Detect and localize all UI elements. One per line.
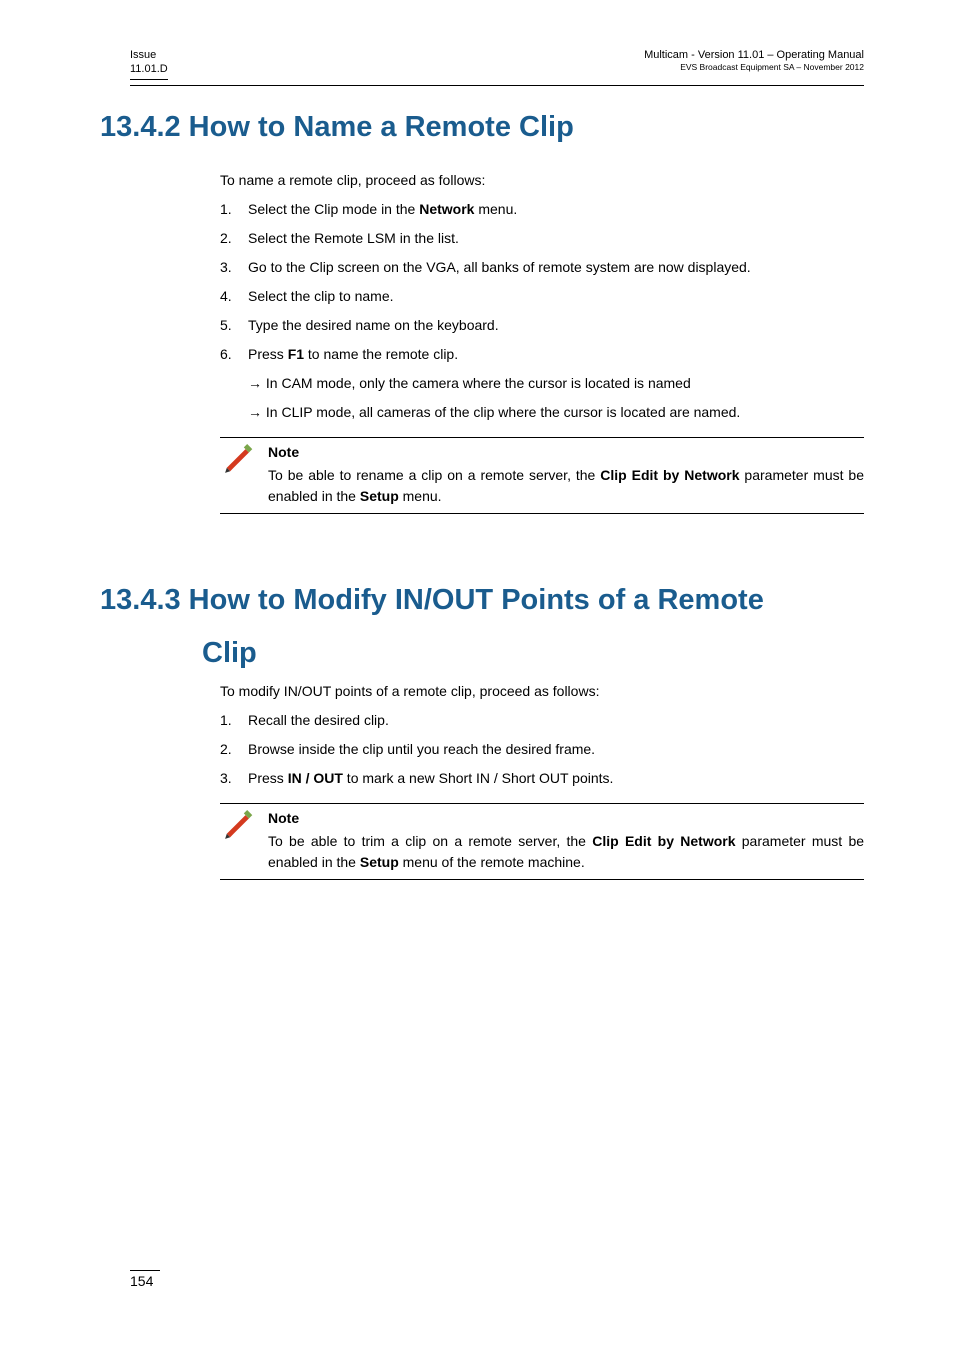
section1-steps: 1. Select the Clip mode in the Network me… (220, 199, 864, 365)
list-item: 2. Browse inside the clip until you reach… (220, 739, 864, 760)
list-item: 5. Type the desired name on the keyboard. (220, 315, 864, 336)
step-text: Recall the desired clip. (248, 712, 389, 728)
step-number: 3. (220, 257, 232, 278)
sub-bullet: → In CAM mode, only the camera where the… (220, 373, 864, 394)
doc-subtitle: EVS Broadcast Equipment SA – November 20… (644, 62, 864, 73)
step-number: 1. (220, 199, 232, 220)
step-number: 3. (220, 768, 232, 789)
step-text: Select the Clip mode in the Network menu… (248, 201, 517, 217)
header-divider (130, 85, 864, 86)
header-right: Multicam - Version 11.01 – Operating Man… (644, 48, 864, 73)
header-left: Issue 11.01.D (130, 48, 168, 80)
doc-title: Multicam - Version 11.01 – Operating Man… (644, 48, 864, 62)
section2-intro: To modify IN/OUT points of a remote clip… (220, 681, 864, 702)
sub-bullet: → In CLIP mode, all cameras of the clip … (220, 402, 864, 423)
list-item: 1. Select the Clip mode in the Network me… (220, 199, 864, 220)
section1-content: To name a remote clip, proceed as follow… (220, 170, 864, 514)
step-number: 6. (220, 344, 232, 365)
step-text: Press IN / OUT to mark a new Short IN / … (248, 770, 613, 786)
issue-version: 11.01.D (130, 63, 168, 75)
section2-content: To modify IN/OUT points of a remote clip… (220, 681, 864, 880)
note-title: Note (268, 808, 864, 829)
list-item: 2. Select the Remote LSM in the list. (220, 228, 864, 249)
note-text: Note To be able to trim a clip on a remo… (268, 808, 864, 873)
note-box: Note To be able to rename a clip on a re… (220, 437, 864, 514)
step-text: Type the desired name on the keyboard. (248, 317, 499, 333)
note-box: Note To be able to trim a clip on a remo… (220, 803, 864, 880)
list-item: 1. Recall the desired clip. (220, 710, 864, 731)
step-number: 1. (220, 710, 232, 731)
section-title-2: 13.4.3 How to Modify IN/OUT Points of a … (100, 574, 864, 681)
section1-intro: To name a remote clip, proceed as follow… (220, 170, 864, 191)
step-text: Select the clip to name. (248, 288, 394, 304)
step-number: 2. (220, 739, 232, 760)
step-text: Go to the Clip screen on the VGA, all ba… (248, 259, 751, 275)
step-text: Browse inside the clip until you reach t… (248, 741, 595, 757)
step-number: 5. (220, 315, 232, 336)
note-text: Note To be able to rename a clip on a re… (268, 442, 864, 507)
section-title-1: 13.4.2 How to Name a Remote Clip (100, 111, 864, 144)
list-item: 3. Press IN / OUT to mark a new Short IN … (220, 768, 864, 789)
step-text: Select the Remote LSM in the list. (248, 230, 459, 246)
issue-label: Issue (130, 49, 156, 61)
list-item: 3. Go to the Clip screen on the VGA, all … (220, 257, 864, 278)
pencil-icon (220, 442, 268, 484)
step-number: 4. (220, 286, 232, 307)
section2-steps: 1. Recall the desired clip. 2. Browse insi… (220, 710, 864, 789)
list-item: 6. Press F1 to name the remote clip. (220, 344, 864, 365)
list-item: 4. Select the clip to name. (220, 286, 864, 307)
note-title: Note (268, 442, 864, 463)
step-number: 2. (220, 228, 232, 249)
pencil-icon (220, 808, 268, 850)
page-number: 154 (130, 1270, 160, 1289)
page-header: Issue 11.01.D Multicam - Version 11.01 –… (130, 48, 864, 80)
step-text: Press F1 to name the remote clip. (248, 346, 458, 362)
